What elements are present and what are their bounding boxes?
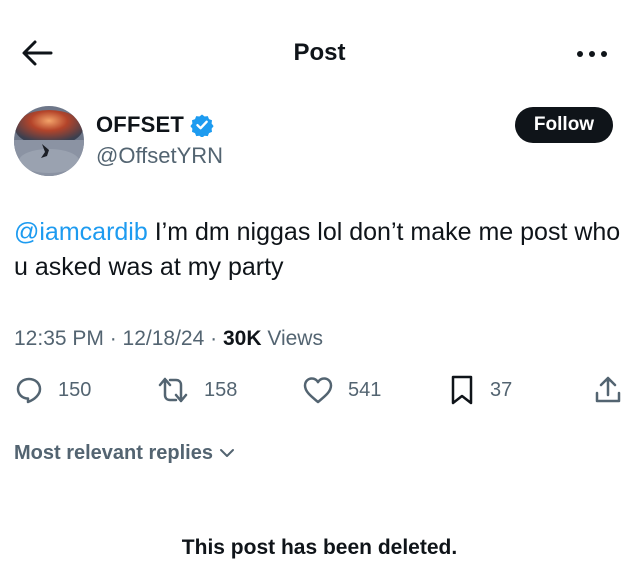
- reply-count: 150: [58, 378, 92, 401]
- repost-button[interactable]: 158: [156, 374, 237, 406]
- bookmark-button[interactable]: 37: [448, 374, 512, 406]
- avatar-image: [14, 106, 84, 176]
- repost-count: 158: [204, 378, 238, 401]
- share-icon: [595, 376, 621, 403]
- like-count: 541: [348, 378, 382, 401]
- views-label: Views: [261, 327, 323, 350]
- timestamp[interactable]: 12:35 PM · 12/18/24 ·: [14, 327, 223, 350]
- like-icon: [303, 377, 333, 404]
- bookmark-count: 37: [490, 378, 513, 401]
- replies-sort-label: Most relevant replies: [14, 442, 213, 464]
- mention-link[interactable]: @iamcardib: [14, 218, 148, 246]
- deleted-notice: This post has been deleted.: [181, 536, 458, 559]
- like-button[interactable]: 541: [302, 374, 381, 406]
- reply-icon: [16, 377, 42, 404]
- repost-icon: [158, 377, 188, 403]
- more-icon: [577, 51, 607, 57]
- page-title: Post: [293, 39, 346, 66]
- reply-button[interactable]: 150: [14, 374, 91, 406]
- author-name[interactable]: OFFSET: [96, 111, 184, 139]
- follow-button[interactable]: Follow: [515, 107, 613, 143]
- views-count: 30K: [222, 327, 262, 350]
- bookmark-icon: [451, 375, 473, 405]
- verified-badge-icon: [190, 114, 214, 137]
- avatar[interactable]: [14, 106, 84, 176]
- chevron-down-icon: [219, 449, 234, 457]
- author-handle[interactable]: @OffsetYRN: [96, 142, 223, 170]
- replies-sort-dropdown[interactable]: Most relevant replies: [14, 440, 235, 466]
- top-bar: Post: [0, 0, 639, 106]
- tweet-text: @iamcardib I’m dm niggas lol don’t make …: [14, 215, 626, 285]
- tweet-meta: 12:35 PM · 12/18/24 · 30K Views: [14, 325, 323, 353]
- more-options-button[interactable]: [574, 44, 610, 64]
- share-button[interactable]: [594, 374, 622, 406]
